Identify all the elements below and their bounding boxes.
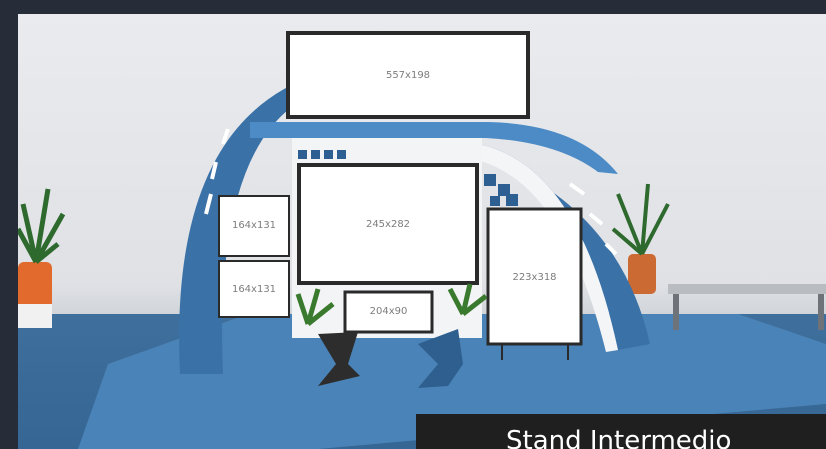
- main-screen-label: 245x282: [365, 219, 411, 230]
- left-plant: [18, 188, 66, 328]
- booth-scene: 557x198 245x282 164x131 164x131 223x318 …: [18, 14, 826, 449]
- counter-screen-label: 204x90: [369, 306, 408, 317]
- caption-bar: Stand Intermedio: [416, 414, 826, 449]
- right-screen-label: 223x318: [512, 272, 557, 283]
- top-banner-label: 557x198: [385, 70, 431, 81]
- left-upper-label: 164x131: [231, 220, 277, 231]
- left-lower-label: 164x131: [231, 284, 277, 295]
